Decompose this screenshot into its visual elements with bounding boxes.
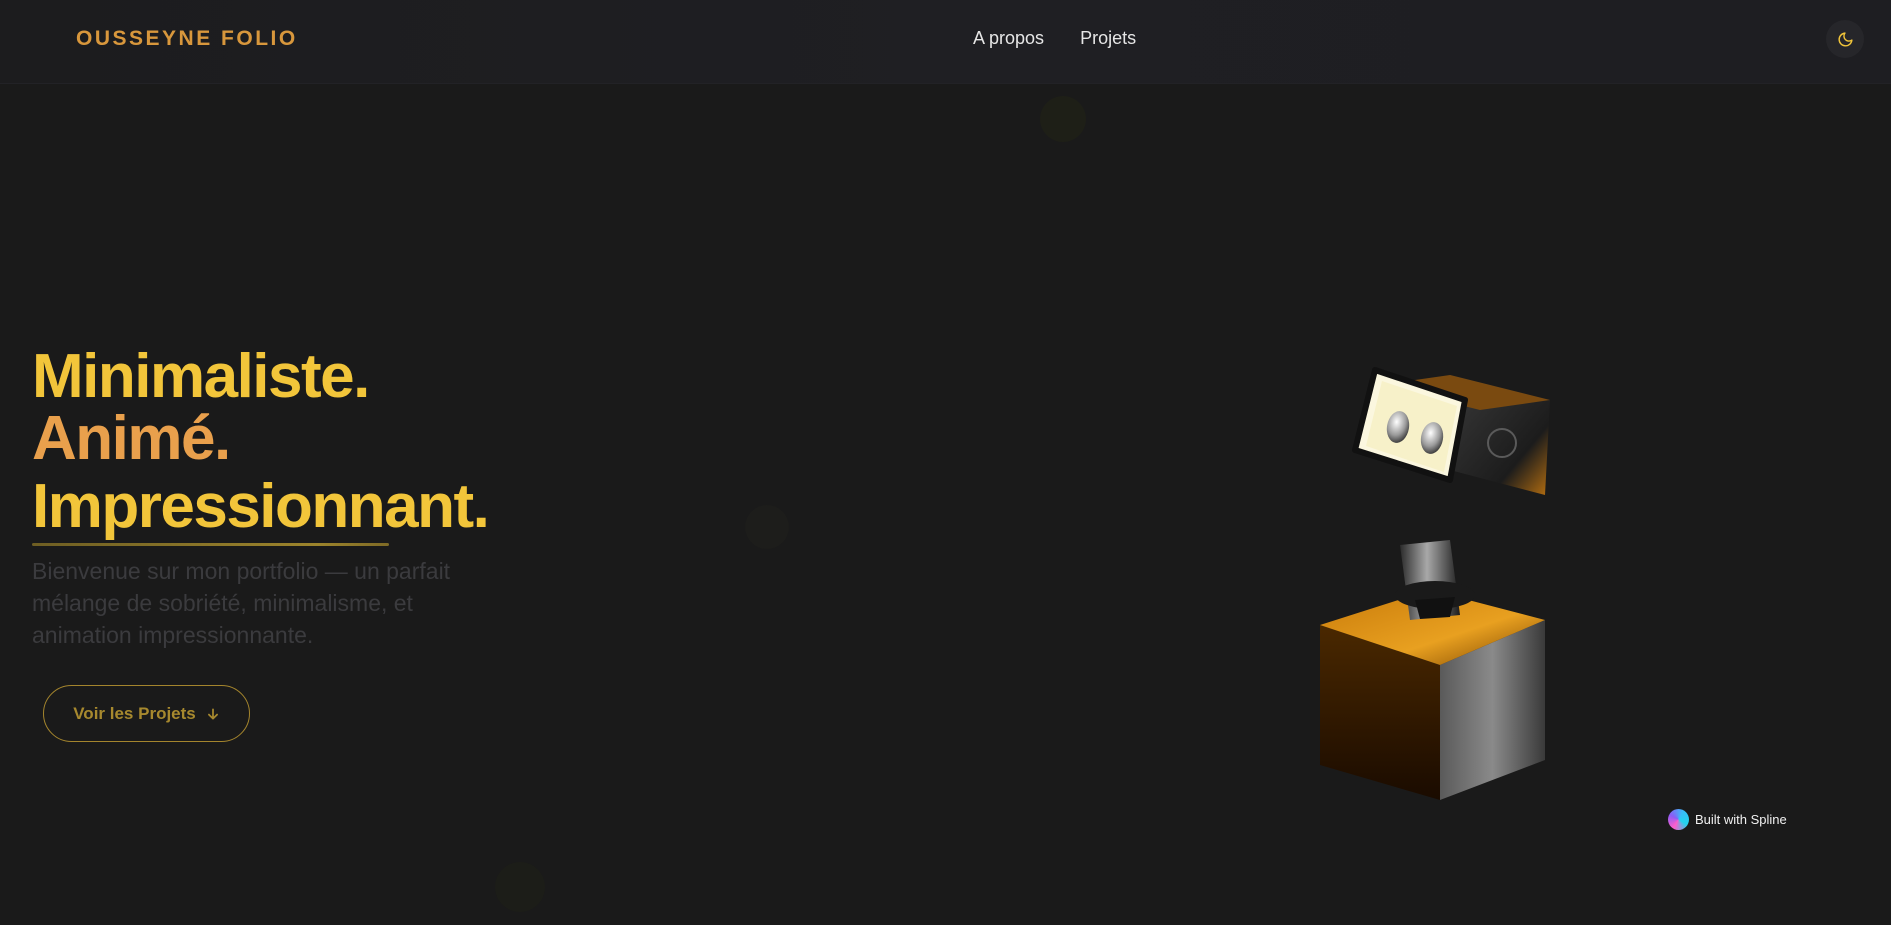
arrow-down-icon [207,707,218,720]
nav-link-projects[interactable]: Projets [1080,28,1136,49]
view-projects-label: Voir les Projets [73,703,196,723]
hero-description: Bienvenue sur mon portfolio — un parfait… [32,558,451,648]
hero-line-impressionnant: Impressionnant. [32,472,490,541]
hero-line-anime: Animé. [32,404,231,473]
nav-link-about[interactable]: A propos [973,28,1044,49]
bg-blob [1040,96,1086,142]
main-nav: A propos Projets [973,28,1136,49]
brand-logo[interactable]: OUSSEYNE FOLIO [76,27,298,51]
heading-underline [32,543,389,546]
robot-3d-illustration[interactable] [1300,355,1580,815]
view-projects-button[interactable]: Voir les Projets [43,685,250,742]
theme-toggle-button[interactable] [1826,20,1864,58]
built-with-spline-badge[interactable]: Built with Spline [1668,809,1787,830]
hero-heading: Minimaliste. Animé. Impressionnant. [32,342,490,541]
spline-badge-label: Built with Spline [1695,812,1787,827]
moon-icon [1838,31,1853,46]
bg-blob [745,505,789,549]
top-navigation-bar: OUSSEYNE FOLIO A propos Projets [0,0,1891,84]
spline-logo-icon [1668,809,1689,830]
hero-line-minimaliste: Minimaliste. [32,342,370,411]
bg-blob [495,862,545,912]
